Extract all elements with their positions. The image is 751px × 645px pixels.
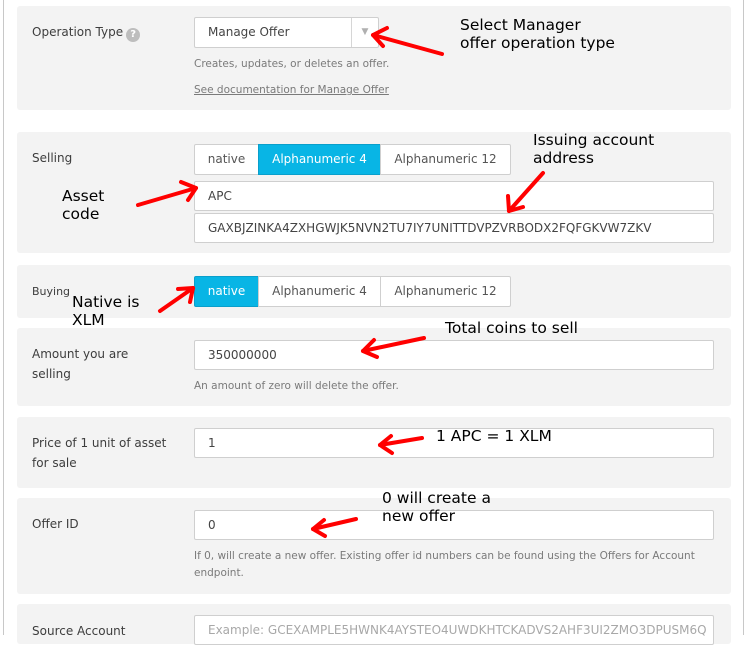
selling-tab-native[interactable]: native: [194, 144, 259, 175]
offer-id-panel: Offer ID 0 If 0, will create a new offer…: [17, 498, 731, 594]
operation-type-panel: Operation Type? Manage Offer ▼ Creates, …: [17, 6, 731, 110]
annotation-native: Native is XLM: [72, 293, 140, 329]
amount-label: Amount you are selling: [32, 344, 128, 384]
offer-id-hint-line1: If 0, will create a new offer. Existing …: [194, 550, 695, 562]
annotation-asset-code-line1: Asset: [62, 187, 105, 205]
operation-type-label-text: Operation Type: [32, 25, 124, 39]
amount-label-line2: selling: [32, 367, 71, 381]
source-account-panel: Source Account Example: GCEXAMPLE5HWNK4A…: [17, 604, 731, 645]
annotation-offer-id-line1: 0 will create a: [382, 489, 491, 507]
amount-input[interactable]: 350000000: [194, 340, 714, 370]
doc-link-wrap: See documentation for Manage Offer: [194, 82, 389, 99]
annotation-operation-line1: Select Manager: [460, 16, 581, 34]
annotation-issuer-line2: address: [533, 149, 594, 167]
selling-asset-code-input[interactable]: APC: [194, 181, 714, 211]
selling-issuer-input[interactable]: GAXBJZINKA4ZXHGWJK5NVN2TU7IY7UNITTDVPZVR…: [194, 213, 714, 243]
source-account-input[interactable]: Example: GCEXAMPLE5HWNK4AYSTEO4UWDKHTCKA…: [194, 615, 714, 645]
source-account-label: Source Account: [32, 624, 126, 638]
annotation-asset-code-line2: code: [62, 205, 100, 223]
annotation-issuer-line1: Issuing account: [533, 131, 655, 149]
annotation-offer-id: 0 will create a new offer: [382, 489, 491, 525]
documentation-link[interactable]: See documentation for Manage Offer: [194, 84, 389, 96]
page-scrollbar-track[interactable]: [743, 0, 744, 635]
buying-tab-native[interactable]: native: [194, 276, 259, 307]
annotation-operation-type: Select Manager offer operation type: [460, 16, 615, 52]
buying-tab-alphanumeric-4[interactable]: Alphanumeric 4: [258, 276, 381, 307]
operation-type-value: Manage Offer: [208, 25, 290, 39]
price-panel: Price of 1 unit of asset for sale 1: [17, 417, 731, 488]
operation-type-select[interactable]: Manage Offer ▼: [194, 17, 379, 48]
offer-id-label: Offer ID: [32, 517, 79, 531]
selling-tab-alphanumeric-12[interactable]: Alphanumeric 12: [380, 144, 511, 175]
buying-asset-type-tabs: native Alphanumeric 4 Alphanumeric 12: [194, 276, 511, 307]
annotation-issuer: Issuing account address: [533, 131, 654, 167]
amount-panel: Amount you are selling 350000000 An amou…: [17, 328, 731, 406]
price-label: Price of 1 unit of asset for sale: [32, 433, 166, 473]
offer-id-hint: If 0, will create a new offer. Existing …: [194, 548, 695, 582]
selling-asset-type-tabs: native Alphanumeric 4 Alphanumeric 12: [194, 144, 511, 175]
selling-label: Selling: [32, 151, 73, 165]
annotation-operation-line2: offer operation type: [460, 34, 615, 52]
price-label-line2: for sale: [32, 456, 77, 470]
buying-label: Buying: [32, 285, 71, 298]
annotation-native-line2: XLM: [72, 311, 105, 329]
price-label-line1: Price of 1 unit of asset: [32, 436, 167, 450]
offer-id-hint-line2: endpoint.: [194, 567, 244, 579]
annotation-asset-code: Asset code: [62, 187, 104, 223]
annotation-amount: Total coins to sell: [445, 319, 578, 337]
help-icon[interactable]: ?: [126, 28, 141, 42]
operation-type-label: Operation Type?: [32, 22, 141, 42]
chevron-down-icon[interactable]: ▼: [351, 18, 378, 47]
annotation-offer-id-line2: new offer: [382, 507, 456, 525]
selling-tab-alphanumeric-4[interactable]: Alphanumeric 4: [258, 144, 381, 175]
annotation-price: 1 APC = 1 XLM: [436, 427, 552, 445]
amount-hint: An amount of zero will delete the offer.: [194, 380, 399, 392]
operation-type-description: Creates, updates, or deletes an offer.: [194, 58, 390, 70]
buying-tab-alphanumeric-12[interactable]: Alphanumeric 12: [380, 276, 511, 307]
amount-label-line1: Amount you are: [32, 347, 129, 361]
page-border-left: [3, 0, 4, 635]
annotation-native-line1: Native is: [72, 293, 140, 311]
